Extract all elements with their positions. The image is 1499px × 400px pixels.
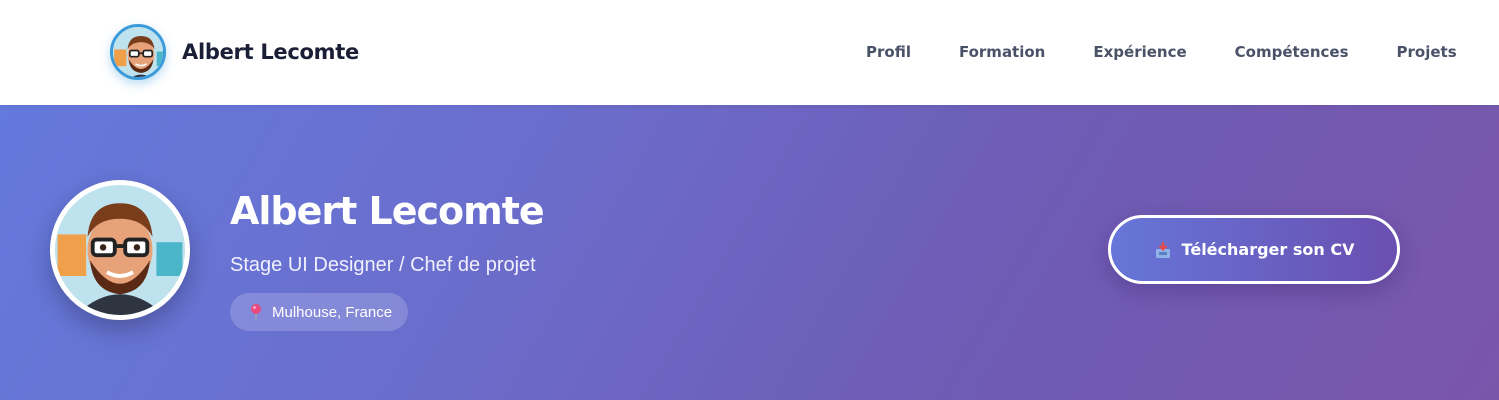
nav-link-formation[interactable]: Formation <box>959 43 1045 61</box>
brand[interactable]: Albert Lecomte <box>110 24 359 80</box>
pin-icon <box>248 303 264 321</box>
nav-link-profil[interactable]: Profil <box>866 43 911 61</box>
brand-avatar <box>110 24 166 80</box>
brand-name: Albert Lecomte <box>182 40 359 64</box>
main-nav: Profil Formation Expérience Compétences … <box>866 43 1457 61</box>
hero-section: Albert Lecomte Stage UI Designer / Chef … <box>0 105 1499 400</box>
nav-link-competences[interactable]: Compétences <box>1235 43 1349 61</box>
download-cv-label: Télécharger son CV <box>1181 240 1355 259</box>
download-icon <box>1154 241 1172 259</box>
avatar-illustration <box>113 27 163 77</box>
nav-link-experience[interactable]: Expérience <box>1093 43 1186 61</box>
location-badge: Mulhouse, France <box>230 293 409 331</box>
location-text: Mulhouse, France <box>272 303 393 321</box>
profile-role: Stage UI Designer / Chef de projet <box>230 254 536 276</box>
navbar: Albert Lecomte Profil Formation Expérien… <box>0 0 1499 105</box>
avatar-illustration <box>55 185 185 315</box>
nav-link-projets[interactable]: Projets <box>1397 43 1457 61</box>
profile-name: Albert Lecomte <box>230 189 545 233</box>
profile-avatar <box>50 180 190 320</box>
download-cv-button[interactable]: Télécharger son CV <box>1108 215 1400 284</box>
